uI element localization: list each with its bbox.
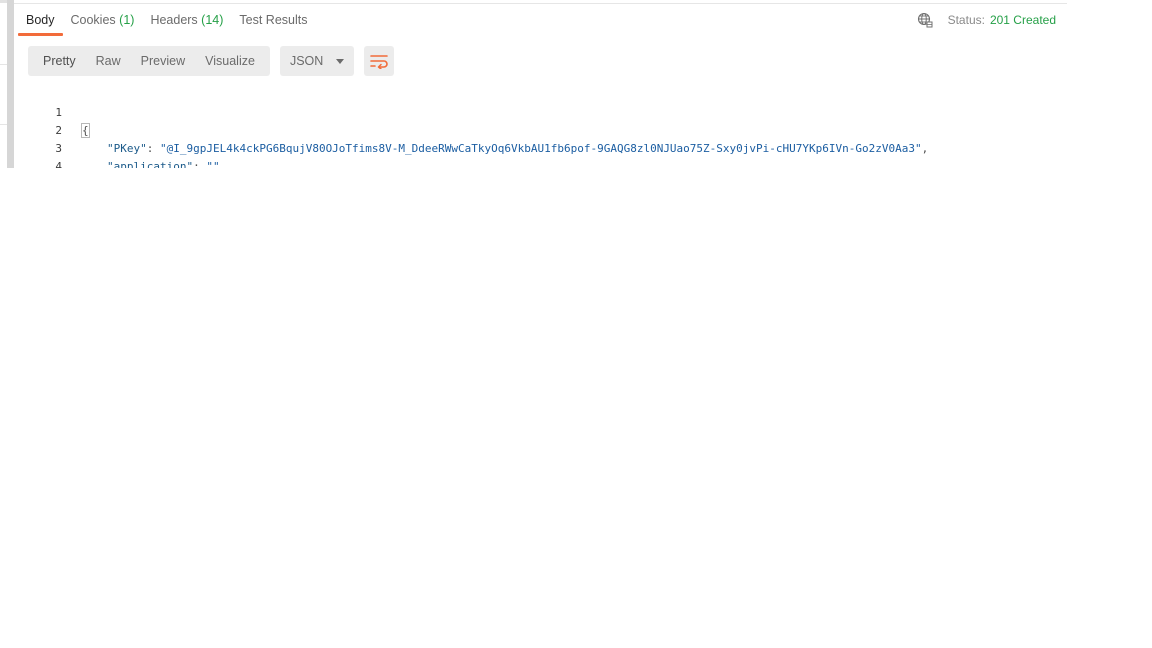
code-text: "PKey": "@I_9gpJEL4k4ckPG6BqujV80OJoTfim… (107, 142, 929, 155)
wrap-lines-button[interactable] (363, 46, 394, 76)
code-line: 4 "countryCode": "", (0, 140, 62, 168)
line-number: 1 (55, 106, 62, 119)
divider-notch (0, 64, 7, 65)
open-brace: { (81, 123, 90, 138)
view-pretty-button[interactable]: Pretty (33, 46, 86, 76)
response-body-editor[interactable]: 1 { 2 "PKey": "@I_9gpJEL4k4ckPG6BqujV80O… (0, 85, 1067, 168)
view-raw-button[interactable]: Raw (86, 46, 131, 76)
tab-body[interactable]: Body (18, 4, 63, 36)
status-label: Status: (947, 13, 985, 27)
view-visualize-button[interactable]: Visualize (195, 46, 265, 76)
code-line: 5 "created": "", (0, 158, 40, 168)
wrap-lines-icon (370, 55, 388, 69)
json-value: "" (206, 160, 220, 168)
code-text: "application": "", (107, 158, 226, 168)
tab-cookies[interactable]: Cookies (1) (63, 4, 143, 36)
json-value: "@I_9gpJEL4k4ckPG6BqujV80OJoTfims8V-M_Dd… (160, 142, 922, 155)
line-number: 3 (55, 142, 62, 155)
divider-top (0, 0, 7, 3)
response-panel: Body Cookies (1) Headers (14) Test Resul… (0, 0, 1067, 168)
response-tabs: Body Cookies (1) Headers (14) Test Resul… (18, 4, 316, 36)
line-number: 2 (55, 124, 62, 137)
globe-network-icon[interactable] (917, 12, 933, 28)
tab-label: Body (26, 13, 55, 27)
line-number: 4 (55, 160, 62, 168)
view-mode-group: Pretty Raw Preview Visualize (28, 46, 270, 76)
format-select-value: JSON (289, 54, 324, 68)
code-text: { (81, 122, 90, 140)
json-key: "application" (107, 160, 194, 168)
json-key: "PKey" (107, 142, 147, 155)
code-line: 1 { (0, 86, 90, 138)
tab-test-results[interactable]: Test Results (231, 4, 315, 36)
response-status: Status: 201 Created (917, 9, 1056, 31)
format-select[interactable]: JSON (279, 46, 354, 76)
tab-count: (1) (119, 13, 135, 27)
status-code[interactable]: 201 Created (990, 13, 1056, 27)
code-line: 3 "application": "", (0, 122, 226, 168)
tab-label: Test Results (239, 13, 308, 27)
code-line: 2 "PKey": "@I_9gpJEL4k4ckPG6BqujV80OJoTf… (0, 104, 928, 155)
tab-headers[interactable]: Headers (14) (142, 4, 231, 36)
tab-label: Headers (150, 13, 198, 27)
tab-count: (14) (201, 13, 224, 27)
tab-label: Cookies (70, 13, 116, 27)
view-preview-button[interactable]: Preview (131, 46, 195, 76)
body-toolbar: Pretty Raw Preview Visualize JSON (28, 46, 394, 76)
chevron-down-icon (335, 58, 344, 64)
